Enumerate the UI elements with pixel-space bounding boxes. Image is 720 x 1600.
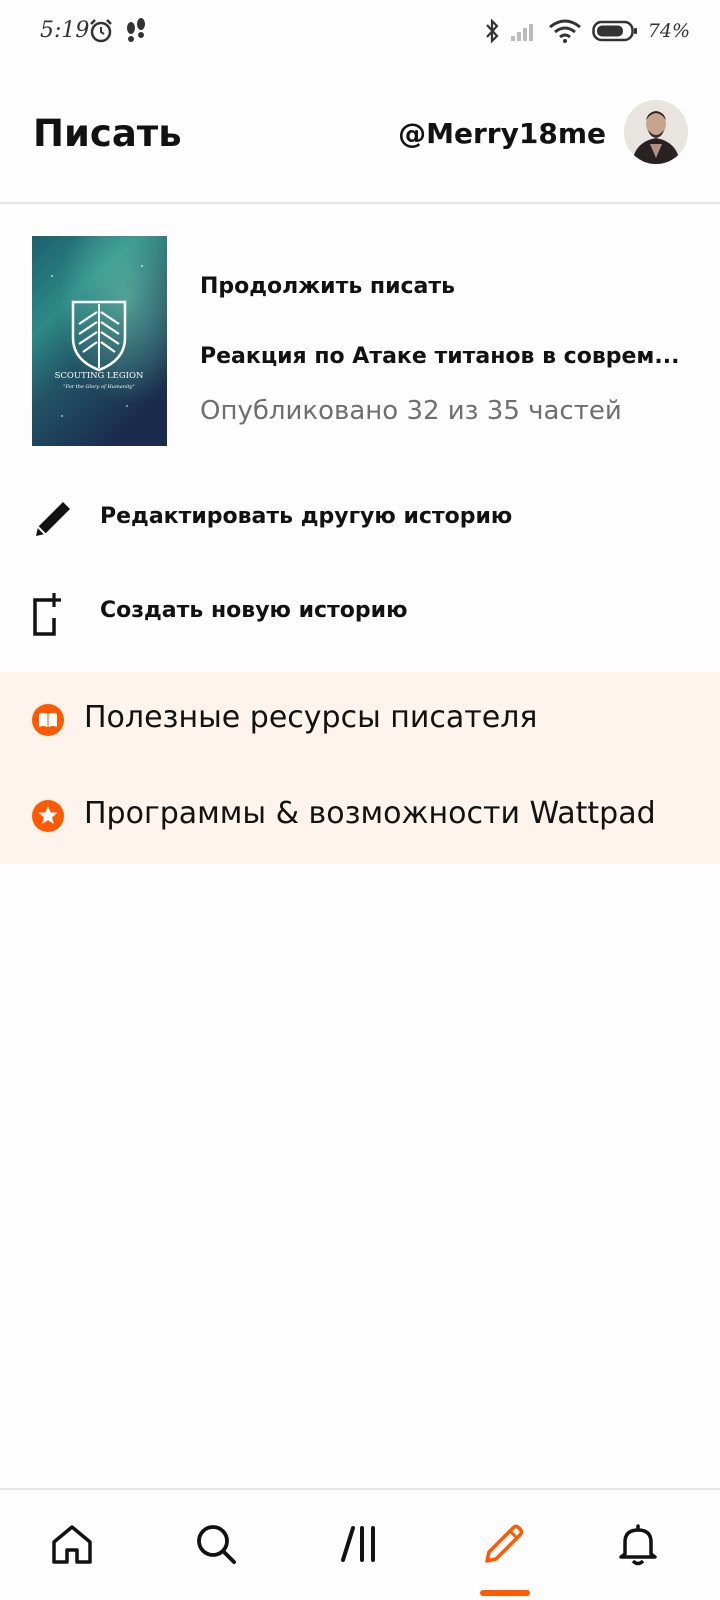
status-right-icons: 74% xyxy=(484,18,690,44)
battery-percent: 74% xyxy=(647,20,690,42)
nav-search[interactable] xyxy=(190,1518,242,1570)
story-title: Реакция по Атаке титанов в соврем... xyxy=(200,344,680,369)
story-cover[interactable]: SCOUTING LEGION "For the Glory of Humani… xyxy=(32,236,167,446)
write-icon xyxy=(485,1524,524,1563)
nav-write[interactable] xyxy=(478,1518,530,1570)
home-icon xyxy=(52,1525,92,1564)
header: Писать @Merry18me xyxy=(0,92,720,202)
continue-writing-card[interactable]: SCOUTING LEGION "For the Glory of Humani… xyxy=(0,236,720,448)
add-document-icon xyxy=(33,593,61,636)
programs-link[interactable]: Программы & возможности Wattpad xyxy=(0,768,720,864)
writer-resources-link[interactable]: Полезные ресурсы писателя xyxy=(0,672,720,768)
active-tab-indicator xyxy=(480,1590,530,1596)
username[interactable]: @Merry18me xyxy=(398,117,606,150)
bluetooth-icon xyxy=(485,18,499,44)
writer-resources-label: Полезные ресурсы писателя xyxy=(84,700,538,735)
star-icon xyxy=(32,800,64,832)
status-time: 5:19 xyxy=(40,18,90,43)
battery-icon xyxy=(592,20,637,42)
resources-section: Полезные ресурсы писателя Программы & во… xyxy=(0,672,720,864)
create-new-story-button[interactable]: Создать новую историю xyxy=(0,568,720,658)
edit-other-story-label: Редактировать другую историю xyxy=(100,504,513,529)
pencil-icon xyxy=(36,502,70,536)
continue-writing-label: Продолжить писать xyxy=(200,274,456,299)
programs-label: Программы & возможности Wattpad xyxy=(84,796,656,831)
create-new-story-label: Создать новую историю xyxy=(100,598,408,623)
cover-subtitle-text: "For the Glory of Humanity" xyxy=(63,384,134,390)
header-divider xyxy=(0,202,720,204)
signal-icon xyxy=(510,24,533,41)
page-title: Писать xyxy=(33,112,182,155)
library-icon xyxy=(341,1526,375,1562)
avatar[interactable] xyxy=(624,100,688,164)
status-bar: 5:19 74% xyxy=(0,0,720,70)
search-icon xyxy=(197,1525,236,1564)
nav-library[interactable] xyxy=(334,1518,386,1570)
edit-other-story-button[interactable]: Редактировать другую историю xyxy=(0,474,720,564)
notifications-icon xyxy=(619,1524,657,1566)
alarm-icon xyxy=(90,19,112,43)
cover-title-text: SCOUTING LEGION xyxy=(55,371,144,381)
status-left-icons xyxy=(88,18,148,44)
bottom-nav xyxy=(0,1488,720,1600)
story-status: Опубликовано 32 из 35 частей xyxy=(200,396,622,426)
nav-home[interactable] xyxy=(46,1518,98,1570)
book-icon xyxy=(32,704,64,736)
nav-notifications[interactable] xyxy=(612,1518,664,1570)
wifi-icon xyxy=(548,19,581,43)
footsteps-icon xyxy=(127,18,145,42)
